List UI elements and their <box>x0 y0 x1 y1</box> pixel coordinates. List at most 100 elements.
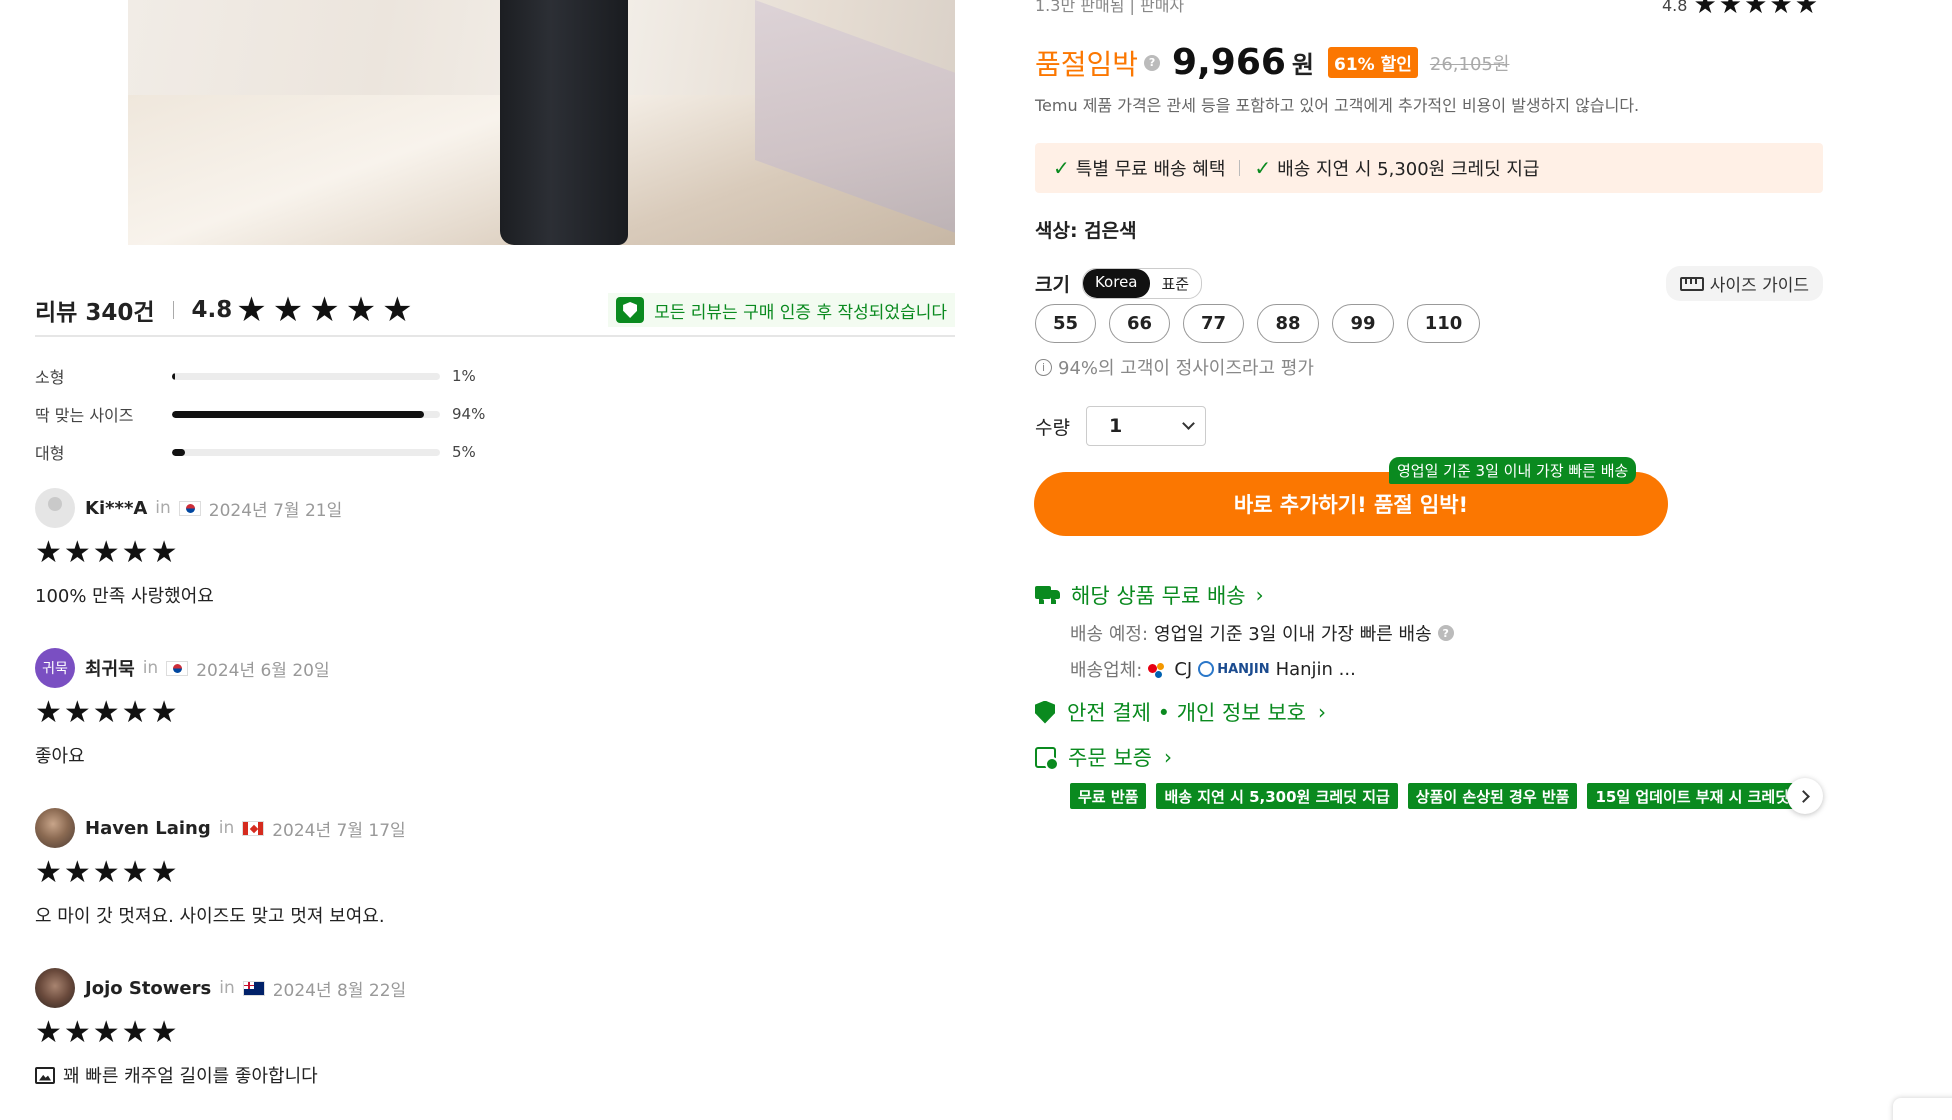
guarantee-tag: 배송 지연 시 5,300원 크레딧 지급 <box>1156 783 1398 809</box>
safe-payment-link[interactable]: 안전 결제 • 개인 정보 보호 › <box>1035 697 1326 727</box>
chevron-right-icon: › <box>1317 700 1326 724</box>
size-option-77[interactable]: 77 <box>1183 304 1244 343</box>
reviewer-name[interactable]: Haven Laing <box>85 818 211 839</box>
review-item: Haven Laing in 2024년 7월 17일 ★★★★★ 오 마이 갓… <box>35 808 935 928</box>
shield-icon <box>616 297 645 323</box>
review-stars: ★★★★★ <box>35 695 180 730</box>
review-text: 좋아요 <box>35 742 935 768</box>
size-option-110[interactable]: 110 <box>1407 304 1480 343</box>
sales-info[interactable]: 1.3만 판매됨 | 판매자 <box>1035 0 1184 16</box>
image-icon <box>35 1066 55 1084</box>
reviewer-name[interactable]: 최귀묵 <box>85 655 135 681</box>
fit-bar-fill <box>172 448 186 456</box>
fit-label: 딱 맞는 사이즈 <box>35 406 134 425</box>
toggle-standard[interactable]: 표준 <box>1150 269 1202 298</box>
free-shipping-link[interactable]: 해당 상품 무료 배송 › <box>1035 580 1264 610</box>
review-date: 2024년 8월 22일 <box>272 980 407 1001</box>
carrier-label: 배송업체: <box>1070 660 1143 681</box>
review-date: 2024년 7월 21일 <box>208 500 343 521</box>
price-row: 품절임박 ? 9,966 원 61% 할인 26,105원 <box>1035 42 1509 83</box>
reviewer-name[interactable]: Jojo Stowers <box>85 978 211 999</box>
review-body: 오 마이 갓 멋져요. 사이즈도 맞고 멋져 보여요. <box>35 906 385 927</box>
fit-row-small: 소형 1% <box>35 364 476 388</box>
avatar[interactable] <box>35 968 75 1008</box>
in-label: in <box>218 818 235 838</box>
review-text: 100% 만족 사랑했어요 <box>35 582 935 608</box>
benefit-free-shipping: 특별 무료 배송 혜택 <box>1075 159 1226 180</box>
fit-percent: 94% <box>452 405 486 423</box>
review-body: 100% 만족 사랑했어요 <box>35 586 214 607</box>
avatar[interactable] <box>35 808 75 848</box>
carrier-cj: CJ <box>1174 658 1193 680</box>
size-options: 55 66 77 88 99 110 <box>1035 304 1480 343</box>
avatar[interactable]: 귀묵 <box>35 648 75 688</box>
review-text: 꽤 빠른 캐주얼 길이를 좋아합니다 <box>35 1062 935 1088</box>
in-label: in <box>142 658 159 678</box>
verified-text: 모든 리뷰는 구매 인증 후 작성되었습니다 <box>654 302 947 323</box>
check-icon: ✓ <box>1053 156 1070 180</box>
size-label: 크기 <box>1035 274 1070 296</box>
tags-next-button[interactable] <box>1787 778 1823 814</box>
floating-widget[interactable] <box>1893 1098 1952 1120</box>
review-body: 좋아요 <box>35 746 85 767</box>
tax-note: Temu 제품 가격은 관세 등을 포함하고 있어 고객에게 추가적인 비용이 … <box>1035 96 1640 115</box>
chevron-right-icon <box>1797 789 1810 803</box>
review-item: Ki***A in 2024년 7월 21일 ★★★★★ 100% 만족 사랑했… <box>35 488 935 608</box>
reviews-stars: ★★★★★ <box>236 290 419 330</box>
product-image[interactable] <box>128 0 955 245</box>
guarantee-tag: 15일 업데이트 부재 시 크레딧 <box>1587 783 1798 809</box>
size-option-55[interactable]: 55 <box>1035 304 1096 343</box>
review-stars: ★★★★★ <box>35 535 180 570</box>
divider <box>1239 160 1241 176</box>
carriers: 배송업체: CJ HANJIN Hanjin ... <box>1070 656 1356 682</box>
carrier-hanjin: Hanjin ... <box>1275 658 1356 680</box>
free-shipping-label: 해당 상품 무료 배송 <box>1071 584 1246 608</box>
verified-notice: 모든 리뷰는 구매 인증 후 작성되었습니다 <box>608 293 955 327</box>
fit-note: i 94%의 고객이 정사이즈라고 평가 <box>1035 354 1314 380</box>
chevron-down-icon <box>1182 417 1195 430</box>
check-icon: ✓ <box>1254 156 1272 180</box>
size-option-88[interactable]: 88 <box>1257 304 1319 343</box>
flag-australia-icon <box>242 980 265 996</box>
sellout-label: 품절임박 <box>1035 47 1139 81</box>
info-icon: i <box>1035 358 1052 376</box>
photo-pants <box>500 0 628 245</box>
store-rating-score: 4.8 <box>1662 0 1688 15</box>
toggle-korea[interactable]: Korea <box>1082 269 1150 298</box>
color-label: 색상: 검은색 <box>1035 220 1137 242</box>
discount-badge: 61% 할인 <box>1328 47 1418 78</box>
size-standard-toggle[interactable]: Korea 표준 <box>1081 268 1203 299</box>
review-stars: ★★★★★ <box>35 855 180 890</box>
size-header: 크기 Korea 표준 사이즈 가이드 <box>1035 266 1823 301</box>
help-icon[interactable]: ? <box>1144 54 1161 71</box>
help-icon[interactable]: ? <box>1437 625 1454 641</box>
cj-logo-icon <box>1148 661 1168 677</box>
fit-bar <box>172 448 440 456</box>
fit-note-text: 94%의 고객이 정사이즈라고 평가 <box>1058 358 1314 379</box>
fit-bar <box>172 372 440 380</box>
quantity-row: 수량 1 <box>1035 406 1206 446</box>
fit-row-true: 딱 맞는 사이즈 94% <box>35 402 485 426</box>
reviewer-name[interactable]: Ki***A <box>85 498 147 519</box>
size-option-66[interactable]: 66 <box>1109 304 1170 343</box>
fit-percent: 1% <box>452 367 476 385</box>
quantity-value: 1 <box>1108 415 1123 437</box>
eta-value: 영업일 기준 3일 이내 가장 빠른 배송 <box>1154 624 1432 645</box>
quantity-select[interactable]: 1 <box>1085 406 1206 446</box>
size-guide-button[interactable]: 사이즈 가이드 <box>1665 266 1823 301</box>
order-guarantee-label: 주문 보증 <box>1068 746 1152 770</box>
truck-icon <box>1035 586 1061 604</box>
order-guarantee-link[interactable]: 주문 보증 › <box>1035 742 1172 772</box>
ruler-icon <box>1679 276 1704 291</box>
delivery-eta: 배송 예정: 영업일 기준 3일 이내 가장 빠른 배송 ? <box>1070 620 1454 646</box>
price-currency: 원 <box>1291 51 1315 79</box>
hanjin-logo-icon: HANJIN <box>1198 661 1269 677</box>
size-option-99[interactable]: 99 <box>1332 304 1394 343</box>
quantity-label: 수량 <box>1035 416 1070 439</box>
review-stars: ★★★★★ <box>35 1015 180 1050</box>
store-rating[interactable]: 4.8 ★★★★★ <box>1662 0 1820 20</box>
divider <box>172 301 174 319</box>
avatar[interactable] <box>35 488 75 528</box>
shield-check-icon <box>1035 700 1055 724</box>
reviews-title: 리뷰 340건 <box>35 300 155 326</box>
